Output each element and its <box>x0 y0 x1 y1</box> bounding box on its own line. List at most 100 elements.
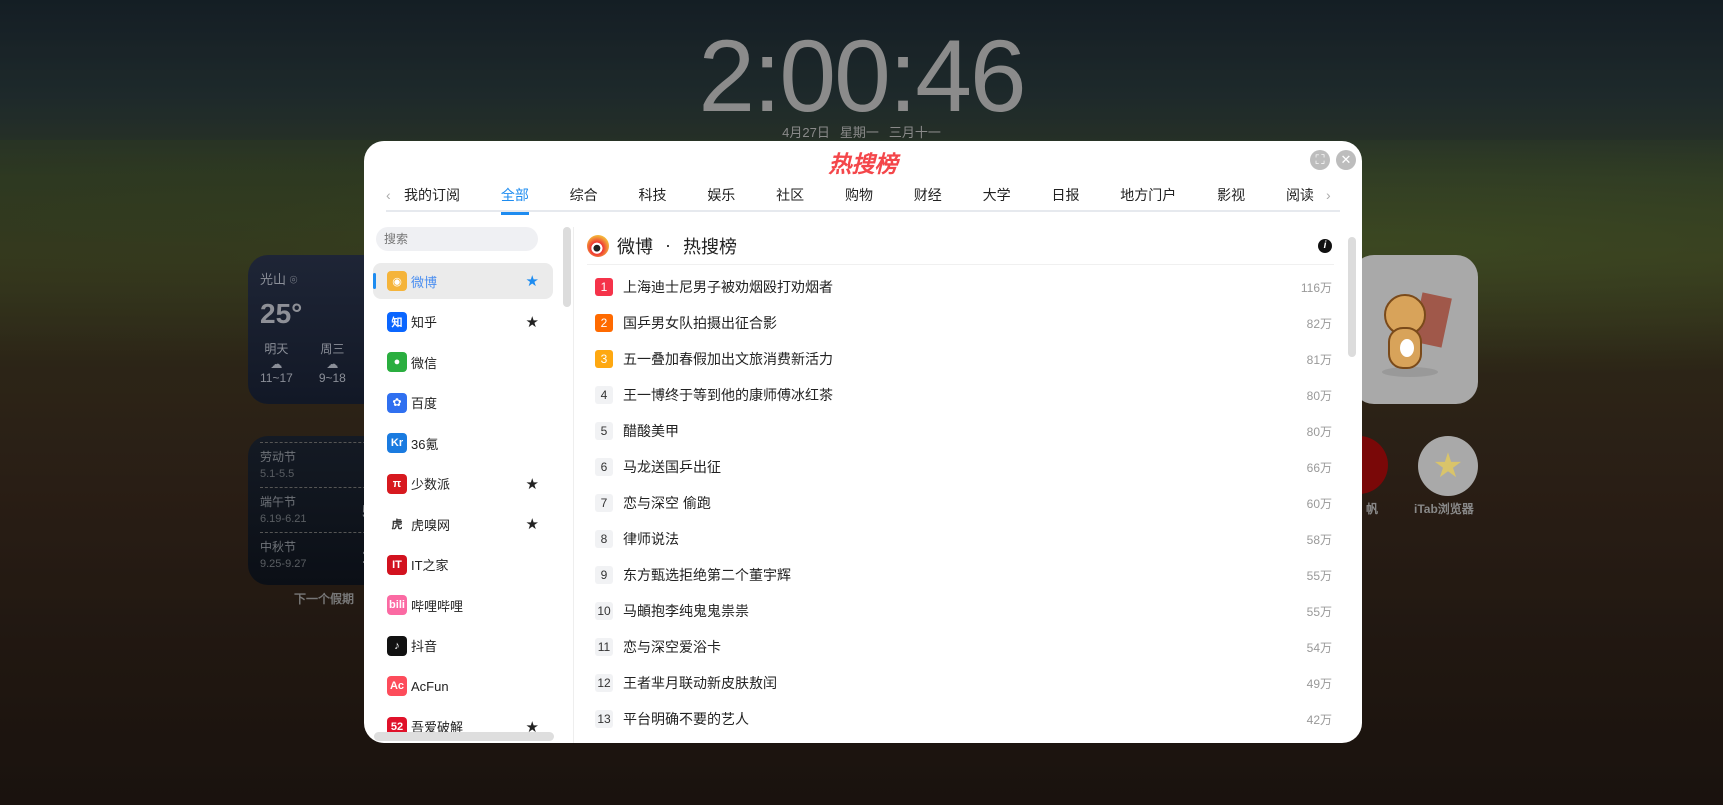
source-logo-icon: bili <box>387 595 407 615</box>
hot-item[interactable]: 11 恋与深空爱浴卡 54万 <box>595 632 1332 662</box>
list-source: 微博 <box>617 236 653 257</box>
app-label: 帆 <box>1366 502 1379 516</box>
info-icon[interactable]: i <box>1318 239 1332 253</box>
source-item[interactable]: IT IT之家 <box>373 547 553 583</box>
category-tabs: ‹ 我的订阅 全部 综合 科技 娱乐 社区 购物 财经 大学 日报 地方门户 影视 阅读 › <box>386 179 1340 215</box>
hot-item[interactable]: 5 醋酸美甲 80万 <box>595 416 1332 446</box>
weibo-icon <box>587 234 609 257</box>
tab-9[interactable]: 日报 <box>1051 185 1079 213</box>
tab-12[interactable]: 阅读 <box>1286 185 1314 213</box>
heat-value: 80万 <box>1306 388 1332 403</box>
rank-badge: 5 <box>595 422 613 440</box>
cat-sticker-widget[interactable] <box>1352 255 1478 404</box>
source-item[interactable]: ♪ 抖音 <box>373 628 553 664</box>
heat-value: 54万 <box>1306 640 1332 655</box>
holiday-dates: 9.25-9.27 <box>260 558 307 570</box>
hot-item[interactable]: 4 王一博终于等到他的康师傅冰红茶 80万 <box>595 380 1332 410</box>
weather-city: 光山 <box>260 272 287 287</box>
fullscreen-button[interactable]: ⛶ <box>1310 150 1330 170</box>
cloud-icon: ☁ <box>326 357 339 371</box>
rank-badge: 10 <box>595 602 613 620</box>
clock-time: 2:00:46 <box>698 19 1026 133</box>
source-item[interactable]: ◉ 微博 ★ <box>373 263 553 299</box>
hot-item[interactable]: 13 平台明确不要的艺人 42万 <box>595 704 1332 734</box>
separator: · <box>665 235 671 255</box>
holiday-name: 劳动节 <box>260 450 297 464</box>
hot-item[interactable]: 7 恋与深空 偷跑 60万 <box>595 488 1332 518</box>
hot-item[interactable]: 6 马龙送国乒出征 66万 <box>595 452 1332 482</box>
chevron-right-icon[interactable]: › <box>1326 187 1340 203</box>
holiday-row: 中秋节9.25-9.2715 <box>260 532 382 577</box>
source-item[interactable]: 虎虎嗅网 ★ <box>373 506 553 542</box>
source-item[interactable]: 知知乎 ★ <box>373 304 553 340</box>
hot-item[interactable]: 1 上海迪士尼男子被劝烟殴打劝烟者 116万 <box>595 272 1332 302</box>
star-icon[interactable]: ★ <box>526 475 539 493</box>
source-name: IT之家 <box>411 558 449 573</box>
tab-5[interactable]: 社区 <box>776 185 804 213</box>
cat-illustration <box>1382 291 1452 377</box>
hot-item[interactable]: 3 五一叠加春假加出文旅消费新活力 81万 <box>595 344 1332 374</box>
hot-item[interactable]: 12 王者芈月联动新皮肤敖闰 49万 <box>595 668 1332 698</box>
list-scrollbar[interactable] <box>1348 237 1356 357</box>
hot-item-title: 律师说法 <box>623 531 679 547</box>
rain-cloud-icon: ☁ <box>270 357 283 371</box>
list-name: 热搜榜 <box>683 236 737 257</box>
forecast-day: 周三 ☁ 9~18 <box>319 340 346 385</box>
source-sidebar: ◉微博 ★ 知知乎 ★ ●微信 ✿ 百度 Kr36氪 π 少数派 ★ 虎虎嗅网 ★ IT IT之家 bili哔… <box>364 227 574 743</box>
weekday: 星期一 <box>839 125 879 140</box>
star-icon[interactable]: ★ <box>526 313 539 331</box>
hot-item-title: 恋与深空爱浴卡 <box>623 639 721 655</box>
modal-title: 热搜榜 <box>828 151 898 177</box>
source-item[interactable]: ● 微信 <box>373 344 553 380</box>
holiday-dates: 5.1-5.5 <box>260 468 295 480</box>
heat-value: 116万 <box>1300 280 1332 295</box>
tab-7[interactable]: 财经 <box>914 185 942 213</box>
tab-8[interactable]: 大学 <box>983 185 1011 213</box>
source-item[interactable]: π 少数派 ★ <box>373 466 553 502</box>
hot-item[interactable]: 8 律师说法 58万 <box>595 524 1332 554</box>
itab-browser-icon[interactable]: ★ <box>1418 436 1478 496</box>
hot-item[interactable]: 10 马頔抱李纯鬼鬼祟祟 55万 <box>595 596 1332 626</box>
tab-1[interactable]: 全部 <box>500 185 529 215</box>
source-logo-icon: IT <box>387 554 407 575</box>
star-icon[interactable]: ★ <box>526 272 539 290</box>
heat-value: 82万 <box>1306 316 1332 331</box>
chevron-left-icon[interactable]: ‹ <box>386 187 400 203</box>
rank-badge: 13 <box>595 710 613 728</box>
source-name: 微博 <box>411 274 438 290</box>
hot-item-title: 平台明确不要的艺人 <box>623 711 749 727</box>
forecast-range: 9~18 <box>318 371 346 385</box>
forecast-label: 周三 <box>320 342 345 356</box>
rank-badge: 8 <box>595 530 613 548</box>
hot-item-title: 马龙送国乒出征 <box>623 459 721 475</box>
tab-6[interactable]: 购物 <box>845 185 873 213</box>
rank-badge: 2 <box>595 314 613 332</box>
source-item[interactable]: ✿ 百度 <box>373 385 553 421</box>
source-logo-icon: Ac <box>387 676 407 696</box>
clock-date: 4月27日 星期一 三月十一 <box>0 122 1723 141</box>
rank-badge: 3 <box>595 350 613 368</box>
source-item[interactable]: bili 哔哩哔哩 <box>373 587 553 623</box>
hot-item[interactable]: 9 东方甄选拒绝第二个董宇辉 55万 <box>595 560 1332 590</box>
sidebar-scrollbar[interactable] <box>563 227 571 307</box>
tab-10[interactable]: 地方门户 <box>1120 185 1176 213</box>
holiday-widget-label: 下一个假期 <box>294 592 355 606</box>
tab-4[interactable]: 娱乐 <box>707 185 735 213</box>
tab-2[interactable]: 综合 <box>570 185 598 213</box>
hot-item-title: 王者芈月联动新皮肤敖闰 <box>623 675 777 691</box>
sidebar-horizontal-scrollbar[interactable] <box>374 732 554 741</box>
location-pin-icon: ⌾ <box>289 272 298 287</box>
tab-0[interactable]: 我的订阅 <box>404 185 460 213</box>
star-icon[interactable]: ★ <box>526 515 539 533</box>
source-name: 微信 <box>411 355 438 371</box>
tab-3[interactable]: 科技 <box>638 185 666 213</box>
source-item[interactable]: Kr 36氪 <box>373 425 553 461</box>
close-button[interactable]: ✕ <box>1336 150 1356 170</box>
heat-value: 81万 <box>1306 352 1332 367</box>
hot-item[interactable]: 2 国乒男女队拍摄出征合影 82万 <box>595 308 1332 338</box>
tab-11[interactable]: 影视 <box>1217 185 1245 213</box>
source-search-input[interactable] <box>376 227 538 251</box>
heat-value: 60万 <box>1306 496 1332 511</box>
source-item[interactable]: Ac AcFun <box>373 668 553 704</box>
hot-item-title: 恋与深空 偷跑 <box>623 495 711 511</box>
